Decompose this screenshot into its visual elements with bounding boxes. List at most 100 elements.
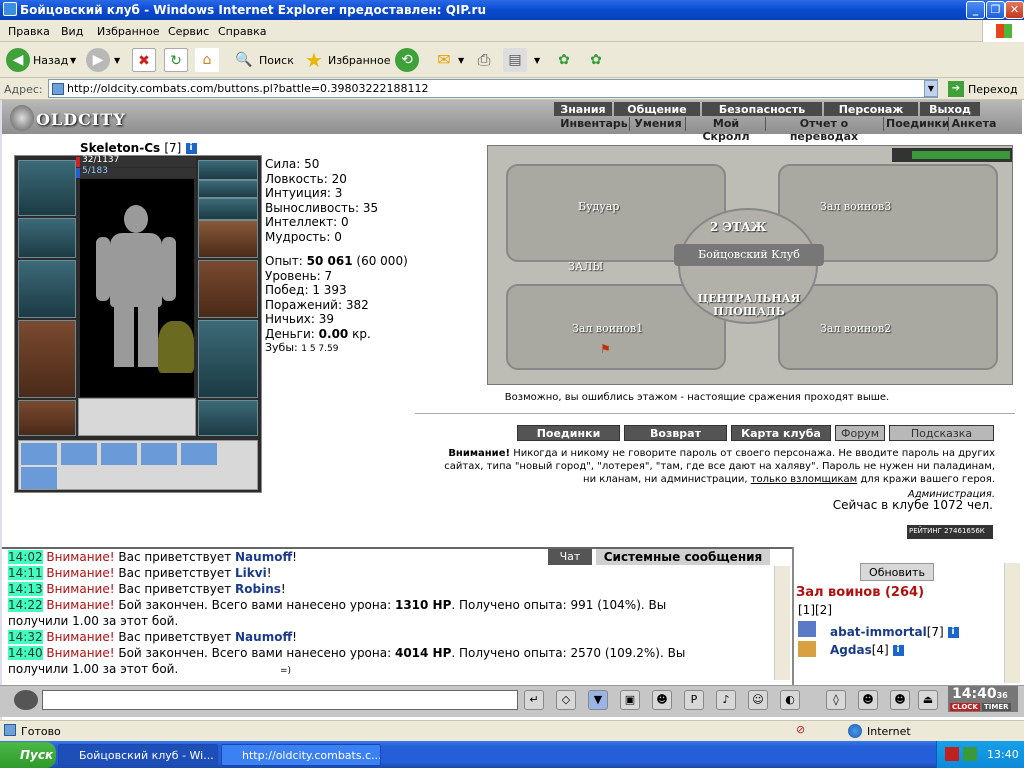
nav-security[interactable]: Безопасность (702, 102, 822, 116)
favorites-star-icon[interactable]: ★ (302, 48, 326, 72)
qip-infium-icon[interactable]: ✿ (584, 48, 608, 72)
pants-slot[interactable] (198, 320, 258, 398)
chat-tab[interactable]: Чат (548, 549, 592, 565)
chat-time[interactable]: 14:40 (8, 646, 43, 660)
go-arrow-icon[interactable]: ➔ (948, 81, 964, 97)
user-row[interactable]: Agdas[4] i (830, 643, 904, 657)
qip-icon[interactable]: ✿ (552, 48, 576, 72)
back-dropdown-icon[interactable]: ▼ (70, 56, 76, 65)
close-button[interactable]: ✕ (1005, 1, 1024, 19)
nav-fights[interactable]: Поединки (886, 117, 950, 131)
minimize-button[interactable]: _ (966, 1, 985, 19)
user-name[interactable]: abat-immortal (830, 625, 927, 639)
back-label[interactable]: Назад (33, 54, 68, 67)
armor-slot[interactable] (18, 320, 76, 398)
info-icon[interactable]: i (892, 645, 904, 656)
menu-favorites[interactable]: Избранное (97, 25, 159, 38)
chat-nick[interactable]: Likvi (235, 566, 267, 580)
address-input[interactable]: http://oldcity.combats.com/buttons.pl?ba… (48, 79, 938, 98)
people-icon[interactable]: ☻ (858, 690, 878, 710)
chat-nick[interactable]: Naumoff (235, 550, 292, 564)
chat-time[interactable]: 14:13 (8, 582, 43, 596)
nav-character[interactable]: Персонаж (824, 102, 918, 116)
nav-exit[interactable]: Выход (920, 102, 980, 116)
edit-icon[interactable]: ▤ (503, 48, 527, 72)
scroll-icon[interactable] (101, 443, 137, 465)
chat-time[interactable]: 14:02 (8, 550, 43, 564)
qip-tray-icon[interactable] (963, 747, 977, 761)
sound-icon[interactable]: ♪ (716, 690, 736, 710)
nav-profile[interactable]: Анкета (951, 117, 997, 131)
maximize-button[interactable]: ❐ (986, 1, 1005, 19)
boots-slot[interactable] (198, 400, 258, 436)
chat-nick[interactable]: Naumoff (235, 630, 292, 644)
pet-icon[interactable] (158, 321, 194, 373)
menu-help[interactable]: Справка (218, 25, 266, 38)
map-club-button[interactable]: Бойцовский Клуб (674, 244, 824, 266)
menu-view[interactable]: Вид (61, 25, 83, 38)
nav-knowledge[interactable]: Знания (554, 102, 612, 116)
bottle-icon[interactable]: ◊ (826, 690, 846, 710)
user-row[interactable]: abat-immortal[7] i (830, 625, 959, 639)
print-icon[interactable]: ⎙ (472, 48, 496, 72)
nav-skills[interactable]: Умения (632, 117, 684, 131)
search-label[interactable]: Поиск (259, 54, 294, 67)
bag-slots[interactable] (18, 440, 258, 490)
walk-icon[interactable]: ☻ (652, 690, 672, 710)
forward-dropdown-icon[interactable]: ▼ (114, 56, 120, 65)
task-url-window[interactable]: http://oldcity.combats.c... (221, 744, 381, 766)
exit-icon[interactable]: ⏏ (918, 690, 938, 710)
chat-input[interactable] (42, 690, 518, 710)
nav-my-scroll[interactable]: Мой Скролл (688, 117, 764, 143)
scroll-slots[interactable] (78, 398, 196, 436)
menu-edit[interactable]: Правка (8, 25, 50, 38)
warning-link[interactable]: только взломщикам (751, 474, 857, 485)
address-dropdown-icon[interactable]: ▼ (924, 80, 938, 97)
chat-scrollbar[interactable] (774, 566, 790, 680)
character-name[interactable]: Skeleton-Cs [7] i (80, 141, 197, 155)
back-arrow-icon[interactable]: ◀ (6, 48, 30, 72)
mail-dropdown-icon[interactable]: ▼ (458, 56, 464, 65)
map-central-square[interactable]: ЦЕНТРАЛЬНАЯ ПЛОЩАДЬ (684, 292, 814, 318)
clan-icon[interactable]: ◐ (780, 690, 800, 710)
shield-slot[interactable] (198, 260, 258, 318)
home-icon[interactable]: ⌂ (195, 48, 219, 72)
scroll-icon[interactable] (141, 443, 177, 465)
start-button[interactable]: Пуск (0, 742, 56, 768)
nav-inventory[interactable]: Инвентарь (560, 117, 628, 131)
weapon-slot[interactable] (18, 260, 76, 318)
bracers-slot[interactable] (18, 218, 76, 258)
info-icon[interactable]: i (185, 143, 197, 154)
window-title-bar[interactable]: Бойцовский клуб - Windows Internet Explo… (0, 0, 1024, 20)
club-map-button[interactable]: Карта клуба (731, 425, 831, 441)
chat-time[interactable]: 14:22 (8, 598, 43, 612)
nav-transfer-report[interactable]: Отчет о переводах (768, 117, 880, 143)
tray-app-icon[interactable] (945, 747, 959, 761)
return-button[interactable]: Возврат (624, 425, 727, 441)
scroll-icon[interactable] (21, 467, 57, 489)
gloves-slot[interactable] (198, 220, 258, 258)
earrings-slot[interactable] (198, 160, 258, 180)
rating-counter[interactable]: РЕЙТИНГ 27461656К (907, 525, 993, 539)
history-icon[interactable]: ⟲ (395, 48, 419, 72)
chat-time[interactable]: 14:32 (8, 630, 43, 644)
edit-dropdown-icon[interactable]: ▼ (534, 56, 540, 65)
search-icon[interactable]: 🔍 (232, 48, 256, 72)
chat-time[interactable]: 14:11 (8, 566, 43, 580)
favorites-label[interactable]: Избранное (328, 54, 390, 67)
system-messages-tab[interactable]: Системные сообщения (596, 549, 770, 565)
scroll-icon[interactable] (61, 443, 97, 465)
stop-icon[interactable]: ✖ (132, 48, 156, 72)
scroll-icon[interactable] (181, 443, 217, 465)
task-game-window[interactable]: Бойцовский клуб - Wi... (58, 744, 218, 766)
nav-communication[interactable]: Общение (614, 102, 700, 116)
go-label[interactable]: Переход (968, 83, 1018, 96)
amulet-slot[interactable] (198, 180, 258, 198)
refresh-icon[interactable]: ↻ (164, 48, 188, 72)
send-icon[interactable]: ↵ (524, 690, 544, 710)
forward-arrow-icon[interactable]: ▶ (86, 48, 110, 72)
room-pages[interactable]: [1][2] (798, 603, 832, 617)
hint-button[interactable]: Подсказка (889, 425, 994, 441)
belt-slot[interactable] (18, 400, 76, 436)
chat-mode-icon[interactable] (14, 690, 38, 710)
